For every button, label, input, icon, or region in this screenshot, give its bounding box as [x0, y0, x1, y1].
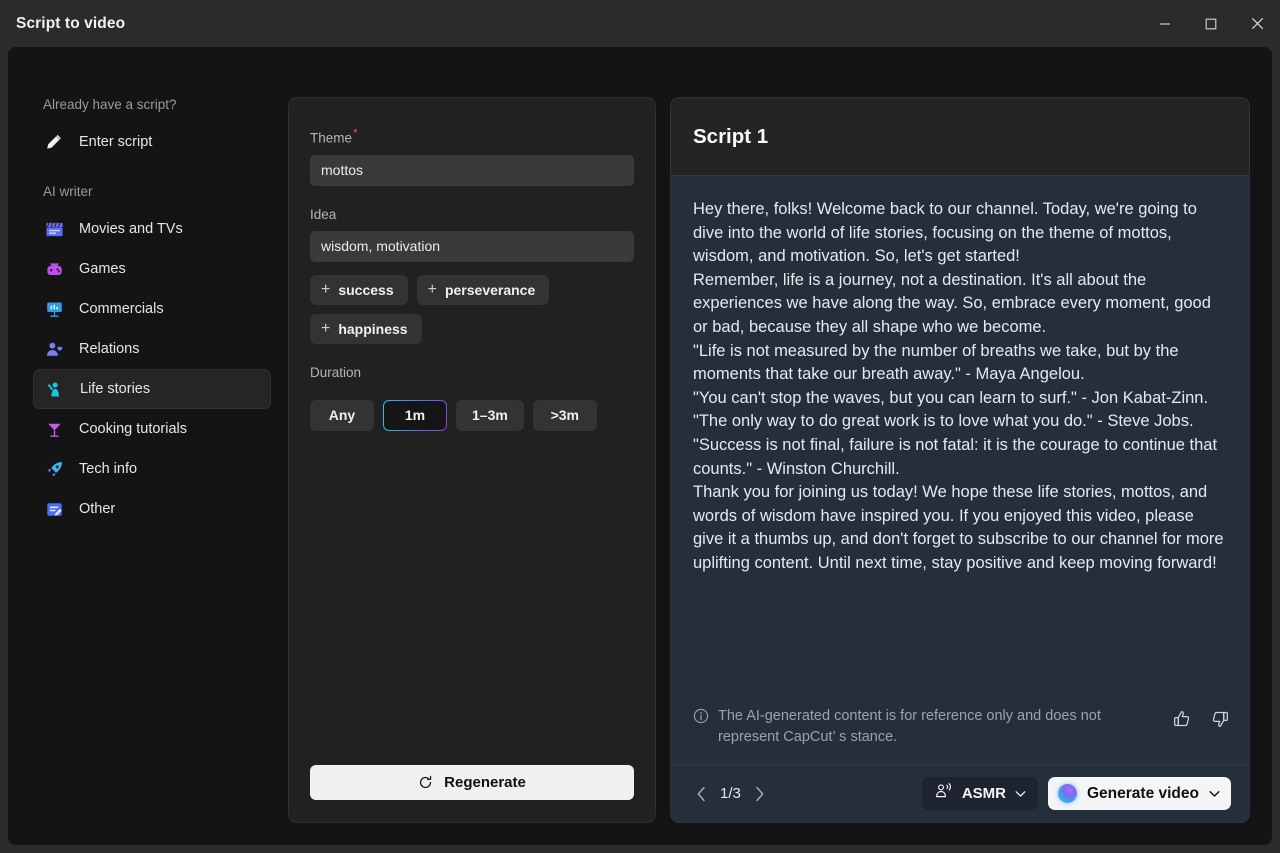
script-footer: 1/3 ASMR Generate video: [671, 764, 1249, 822]
idea-suggestion-chips: + success + perseverance + happiness: [310, 274, 634, 344]
asmr-label: ASMR: [961, 785, 1006, 802]
required-marker: *: [353, 126, 358, 140]
sidebar-item-commercials[interactable]: Commercials: [33, 289, 271, 329]
idea-input[interactable]: [310, 230, 634, 262]
plus-icon: +: [321, 280, 331, 298]
person-heart-icon: [44, 339, 64, 359]
sidebar-item-life-stories[interactable]: Life stories: [33, 369, 271, 409]
duration-option-1-3m[interactable]: 1–3m: [456, 399, 524, 431]
script-body-scroll[interactable]: Hey there, folks! Welcome back to our ch…: [671, 176, 1249, 696]
ai-disclaimer: The AI-generated content is for referenc…: [671, 696, 1249, 764]
pagination-label: 1/3: [720, 785, 741, 802]
duration-option-over-3m[interactable]: >3m: [532, 399, 597, 431]
clapperboard-icon: [44, 219, 64, 239]
sidebar-item-label: Other: [79, 500, 116, 517]
script-header: Script 1: [671, 98, 1249, 176]
chevron-down-icon[interactable]: [1015, 790, 1026, 798]
sidebar-item-label: Games: [79, 260, 126, 277]
rocket-icon: [44, 459, 64, 479]
theme-input[interactable]: [310, 154, 634, 186]
script-result-panel: Script 1 Hey there, folks! Welcome back …: [670, 97, 1250, 823]
asmr-button[interactable]: ASMR: [921, 777, 1038, 810]
sidebar-item-label: Life stories: [80, 380, 151, 397]
feedback-controls: [1171, 706, 1231, 730]
generate-video-button[interactable]: Generate video: [1048, 777, 1231, 810]
sidebar-item-relations[interactable]: Relations: [33, 329, 271, 369]
suggestion-chip-success[interactable]: + success: [310, 274, 408, 305]
script-title: Script 1: [693, 124, 769, 148]
note-edit-icon: [44, 499, 64, 519]
close-button[interactable]: [1234, 0, 1280, 47]
duration-label: Duration: [310, 364, 362, 380]
person-waving-icon: [45, 379, 65, 399]
cocktail-glass-icon: [44, 419, 64, 439]
info-circle-icon: [693, 708, 709, 729]
generate-video-label: Generate video: [1087, 784, 1199, 802]
window-controls: [1142, 0, 1280, 47]
app-window: Script to video Already have a script? E…: [0, 0, 1280, 853]
plus-icon: +: [427, 280, 437, 298]
idea-label: Idea: [310, 206, 337, 222]
app-body: Already have a script? Enter script AI w…: [8, 47, 1272, 845]
sidebar: Already have a script? Enter script AI w…: [8, 47, 278, 845]
thumbs-up-icon[interactable]: [1171, 708, 1193, 730]
chip-label: perseverance: [444, 281, 536, 298]
sidebar-item-label: Tech info: [79, 460, 138, 477]
script-body-text: Hey there, folks! Welcome back to our ch…: [693, 200, 1224, 572]
sidebar-group-label-have-script: Already have a script?: [43, 97, 177, 112]
sidebar-group-label-ai-writer: AI writer: [43, 184, 93, 199]
sidebar-item-games[interactable]: Games: [33, 249, 271, 289]
duration-option-any[interactable]: Any: [310, 399, 374, 431]
sidebar-item-label: Commercials: [79, 300, 164, 317]
sidebar-item-enter-script[interactable]: Enter script: [33, 122, 271, 162]
regenerate-button[interactable]: Regenerate: [310, 765, 634, 800]
duration-option-1m[interactable]: 1m: [383, 400, 447, 431]
refresh-icon: [418, 775, 433, 790]
ai-disclaimer-text: The AI-generated content is for referenc…: [718, 708, 1101, 745]
plus-icon: +: [321, 319, 331, 337]
gamepad-icon: [44, 259, 64, 279]
theme-label: Theme*: [310, 126, 634, 146]
sidebar-item-label: Cooking tutorials: [79, 420, 187, 437]
pencil-icon: [44, 132, 64, 152]
script-pagination: 1/3: [693, 784, 768, 804]
ai-orb-icon: [1058, 784, 1077, 803]
chevron-down-icon[interactable]: [1209, 790, 1220, 798]
sidebar-item-cooking-tutorials[interactable]: Cooking tutorials: [33, 409, 271, 449]
maximize-button[interactable]: [1188, 0, 1234, 47]
thumbs-down-icon[interactable]: [1209, 708, 1231, 730]
duration-options: Any 1m 1–3m >3m: [310, 399, 634, 431]
chevron-left-icon[interactable]: [693, 784, 709, 804]
presentation-chart-icon: [44, 299, 64, 319]
minimize-button[interactable]: [1142, 0, 1188, 47]
chevron-right-icon[interactable]: [752, 784, 768, 804]
suggestion-chip-happiness[interactable]: + happiness: [310, 313, 422, 344]
chip-label: success: [338, 281, 394, 298]
script-settings-panel: Theme* Idea + success + perseverance + h…: [288, 97, 656, 823]
sidebar-item-label: Enter script: [79, 133, 153, 150]
title-bar: Script to video: [0, 0, 1280, 47]
sidebar-item-label: Movies and TVs: [79, 220, 183, 237]
voice-person-icon: [934, 782, 953, 805]
sidebar-item-tech-info[interactable]: Tech info: [33, 449, 271, 489]
window-title: Script to video: [16, 14, 126, 32]
sidebar-item-label: Relations: [79, 340, 140, 357]
theme-label-text: Theme: [310, 130, 353, 146]
regenerate-label: Regenerate: [444, 774, 526, 791]
sidebar-item-movies-and-tvs[interactable]: Movies and TVs: [33, 209, 271, 249]
sidebar-item-other[interactable]: Other: [33, 489, 271, 529]
chip-label: happiness: [338, 320, 408, 337]
suggestion-chip-perseverance[interactable]: + perseverance: [416, 274, 550, 305]
